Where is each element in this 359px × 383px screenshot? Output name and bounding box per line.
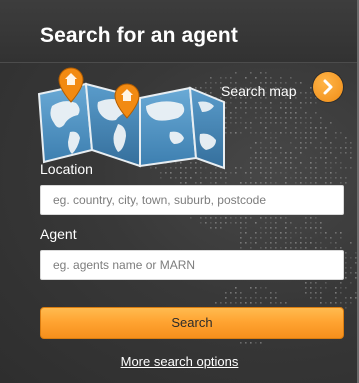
agent-label: Agent bbox=[40, 226, 77, 242]
chevron-right-icon bbox=[323, 79, 333, 95]
search-map-button[interactable] bbox=[313, 72, 343, 102]
panel-title: Search for an agent bbox=[40, 24, 238, 47]
location-input[interactable] bbox=[40, 185, 344, 215]
folded-world-map-icon bbox=[37, 67, 225, 170]
agent-search-panel: Search for an agent Search map Location … bbox=[0, 0, 359, 383]
location-label: Location bbox=[40, 161, 93, 177]
panel-header: Search for an agent bbox=[0, 0, 359, 63]
more-search-options-link[interactable]: More search options bbox=[0, 354, 359, 369]
agent-input[interactable] bbox=[40, 250, 344, 280]
search-map-label[interactable]: Search map bbox=[221, 83, 296, 99]
search-button[interactable]: Search bbox=[40, 307, 344, 339]
